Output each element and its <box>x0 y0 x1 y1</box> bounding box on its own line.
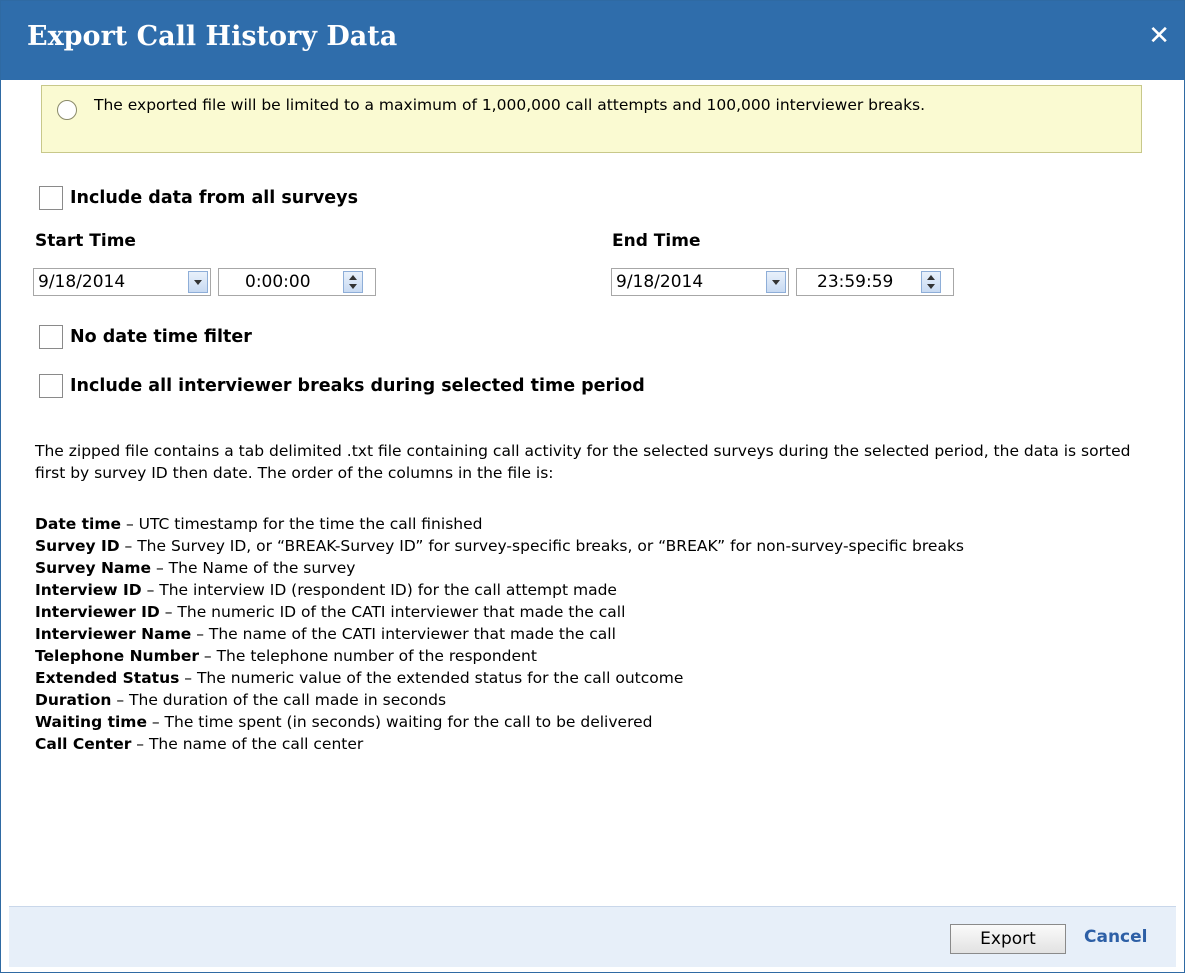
list-item: Interviewer ID – The numeric ID of the C… <box>35 601 1145 623</box>
column-name: Duration <box>35 691 112 709</box>
list-item: Interviewer Name – The name of the CATI … <box>35 623 1145 645</box>
column-name: Interviewer ID <box>35 603 160 621</box>
column-desc: – The Survey ID, or “BREAK-Survey ID” fo… <box>119 537 964 555</box>
column-name: Date time <box>35 515 122 533</box>
include-all-surveys-label: Include data from all surveys <box>70 188 358 208</box>
list-item: Call Center – The name of the call cente… <box>35 733 1145 755</box>
column-desc: – The Name of the survey <box>151 559 356 577</box>
notice-text: The exported file will be limited to a m… <box>94 96 926 114</box>
list-item: Date time – UTC timestamp for the time t… <box>35 513 1145 535</box>
start-time-label: Start Time <box>35 231 136 251</box>
column-name: Telephone Number <box>35 647 199 665</box>
column-desc: – The numeric value of the extended stat… <box>179 669 684 687</box>
list-item: Waiting time – The time spent (in second… <box>35 711 1145 733</box>
close-icon[interactable]: ✕ <box>1148 23 1170 49</box>
start-date-value: 9/18/2014 <box>38 272 126 292</box>
export-dialog: Export Call History Data ✕ The exported … <box>0 0 1185 973</box>
column-desc: – The duration of the call made in secon… <box>111 691 447 709</box>
export-button[interactable]: Export <box>950 924 1066 954</box>
column-desc: – UTC timestamp for the time the call fi… <box>121 515 483 533</box>
dialog-footer: Export Cancel <box>9 906 1176 967</box>
no-date-time-filter-checkbox[interactable]: No date time filter <box>39 323 252 351</box>
cancel-link[interactable]: Cancel <box>1084 927 1147 947</box>
spinner-down-icon[interactable] <box>349 284 357 289</box>
column-name: Call Center <box>35 735 132 753</box>
spinner-up-icon[interactable] <box>349 275 357 280</box>
column-desc: – The name of the call center <box>131 735 364 753</box>
start-date-input[interactable]: 9/18/2014 <box>33 268 211 296</box>
checkbox-box[interactable] <box>39 186 63 210</box>
include-breaks-checkbox[interactable]: Include all interviewer breaks during se… <box>39 372 645 400</box>
list-item: Interview ID – The interview ID (respond… <box>35 579 1145 601</box>
checkbox-box[interactable] <box>39 374 63 398</box>
end-date-input[interactable]: 9/18/2014 <box>611 268 789 296</box>
list-item: Telephone Number – The telephone number … <box>35 645 1145 667</box>
column-name: Survey Name <box>35 559 152 577</box>
column-name: Interviewer Name <box>35 625 192 643</box>
start-time-value: 0:00:00 <box>245 272 311 292</box>
column-list: Date time – UTC timestamp for the time t… <box>35 513 1145 755</box>
column-name: Interview ID <box>35 581 142 599</box>
dialog-title: Export Call History Data <box>27 21 398 52</box>
column-desc: – The time spent (in seconds) waiting fo… <box>146 713 653 731</box>
include-all-surveys-checkbox[interactable]: Include data from all surveys <box>39 184 358 212</box>
column-name: Waiting time <box>35 713 147 731</box>
column-desc: – The name of the CATI interviewer that … <box>191 625 616 643</box>
end-time-input[interactable]: 23:59:59 <box>796 268 954 296</box>
start-time-input[interactable]: 0:00:00 <box>218 268 376 296</box>
column-desc: – The interview ID (respondent ID) for t… <box>141 581 617 599</box>
start-time-spinner[interactable] <box>343 271 363 293</box>
end-time-value: 23:59:59 <box>817 272 894 292</box>
list-item: Survey Name – The Name of the survey <box>35 557 1145 579</box>
checkbox-box[interactable] <box>39 325 63 349</box>
export-description: The zipped file contains a tab delimited… <box>35 442 1131 482</box>
column-desc: – The telephone number of the respondent <box>198 647 537 665</box>
end-date-value: 9/18/2014 <box>616 272 704 292</box>
info-icon <box>57 100 77 120</box>
spinner-down-icon[interactable] <box>927 284 935 289</box>
end-time-spinner[interactable] <box>921 271 941 293</box>
list-item: Duration – The duration of the call made… <box>35 689 1145 711</box>
notice-box: The exported file will be limited to a m… <box>41 85 1142 153</box>
column-name: Extended Status <box>35 669 180 687</box>
end-time-label: End Time <box>612 231 701 251</box>
include-breaks-label: Include all interviewer breaks during se… <box>70 376 645 396</box>
start-date-dropdown-button[interactable] <box>188 271 208 293</box>
no-date-time-filter-label: No date time filter <box>70 327 252 347</box>
list-item: Extended Status – The numeric value of t… <box>35 667 1145 689</box>
column-name: Survey ID <box>35 537 120 555</box>
list-item: Survey ID – The Survey ID, or “BREAK-Sur… <box>35 535 1145 557</box>
spinner-up-icon[interactable] <box>927 275 935 280</box>
column-desc: – The numeric ID of the CATI interviewer… <box>159 603 626 621</box>
end-date-dropdown-button[interactable] <box>766 271 786 293</box>
dialog-titlebar: Export Call History Data ✕ <box>1 1 1184 80</box>
